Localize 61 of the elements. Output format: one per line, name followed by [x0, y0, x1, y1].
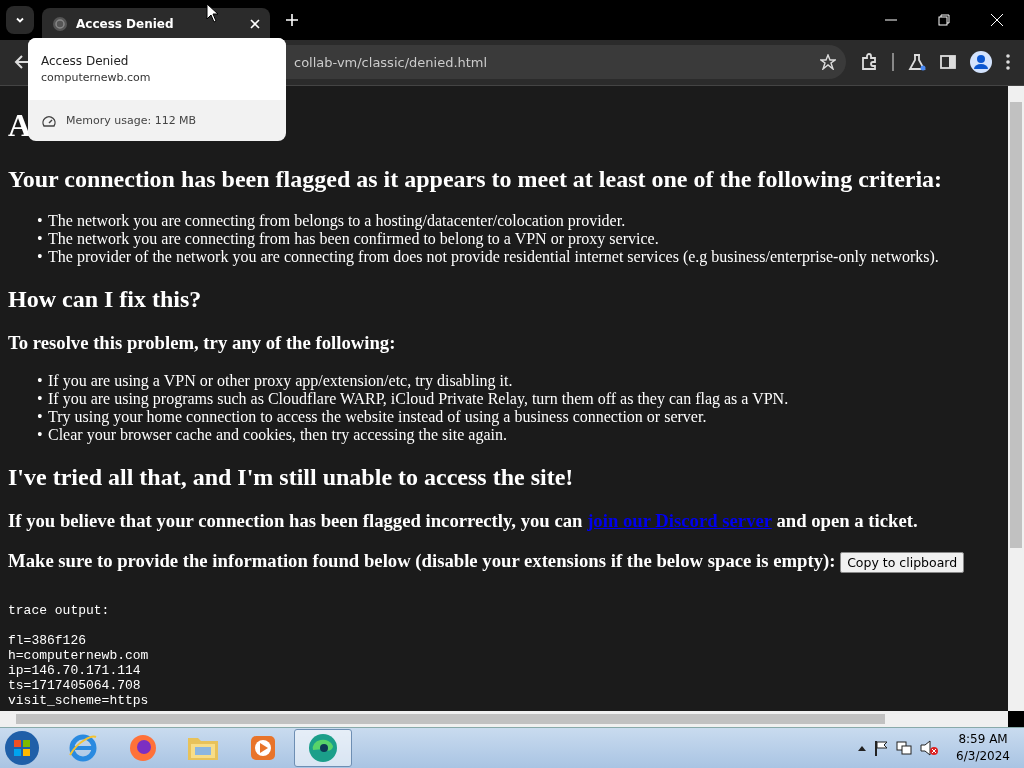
globe-icon — [52, 15, 68, 32]
cursor-icon — [206, 3, 218, 23]
back-icon[interactable] — [14, 54, 30, 71]
fox-globe-icon — [128, 733, 158, 764]
instruction-text: Make sure to provide the information found below (disable your extensions if the below space is empty): — [8, 549, 836, 571]
trace-title: trace output: — [8, 603, 110, 619]
list-bullet: • — [37, 389, 44, 408]
play-icon — [249, 734, 277, 763]
vertical-scrollbar[interactable] — [1008, 85, 1024, 712]
tab-search-button[interactable] — [6, 5, 34, 34]
section-heading: How can I fix this? — [8, 284, 203, 313]
copy-button[interactable]: Copy to clipboard — [840, 552, 965, 574]
url-text: collab-vm/classic/denied.html — [294, 54, 489, 70]
close-icon[interactable] — [250, 18, 260, 29]
trace-line: h=computernewb.com — [8, 648, 149, 664]
clock-date[interactable]: 6/3/2024 — [956, 748, 1010, 766]
list-bullet: • — [37, 247, 44, 266]
trace-line: ts=1717405064.708 — [8, 678, 141, 694]
profile-icon[interactable] — [970, 51, 992, 74]
globe-e-icon — [68, 733, 98, 764]
flask-icon[interactable] — [908, 53, 926, 72]
fix-item: Try using your home connection to access the website instead of using a business connection or server. — [48, 407, 707, 426]
horizontal-scrollbar[interactable] — [0, 711, 1008, 728]
network-icon[interactable] — [896, 740, 913, 757]
muted-speaker-icon[interactable] — [920, 740, 939, 757]
instruction-text: To resolve this problem, try any of the following: — [8, 331, 397, 354]
trace-line: visit_scheme=https — [8, 693, 149, 709]
clock-time[interactable]: 8:59 AM — [958, 731, 1008, 749]
caret-icon[interactable] — [858, 745, 867, 752]
tab-title: Access Denied — [76, 16, 175, 31]
browser-tab[interactable]: Access Denied — [42, 7, 270, 40]
list-bullet: • — [37, 425, 44, 444]
close-icon[interactable] — [991, 13, 1003, 26]
list-bullet: • — [37, 229, 44, 248]
criteria-item: The network you are connecting from has been confirmed to belong to a VPN or proxy service. — [48, 229, 659, 248]
memory-usage: Memory usage: 112 MB — [66, 114, 197, 127]
fix-item: If you are using programs such as Cloudflare WARP, iCloud Private Relay, turn them off as they can flag as a VPN. — [48, 389, 789, 408]
fix-item: If you are using a VPN or other proxy app/extension/etc, try disabling it. — [48, 371, 513, 390]
criteria-item: The provider of the network you are connecting from does not provide residential internet services (e.g business/enterprise-only networks). — [48, 247, 939, 266]
star-icon[interactable] — [820, 54, 836, 71]
section-heading: Your connection has been flagged as it appears to meet at least one of the following criteria: — [8, 164, 944, 193]
trace-line: ip=146.70.171.114 — [8, 663, 141, 679]
trace-line: fl=386f126 — [8, 633, 86, 649]
start-button[interactable] — [4, 730, 40, 767]
side-panel-icon[interactable] — [940, 54, 956, 71]
card-title: Access Denied — [41, 54, 130, 68]
puzzle-icon[interactable] — [860, 53, 878, 72]
flag-icon[interactable] — [874, 740, 889, 757]
ticket-text: If you believe that your connection has been flagged incorrectly, you can join our Discord server and open a ticket. — [8, 509, 919, 532]
fix-item: Clear your browser cache and cookies, then try accessing the site again. — [48, 425, 507, 444]
gauge-icon — [42, 114, 56, 127]
list-bullet: • — [37, 407, 44, 426]
list-bullet: • — [37, 371, 44, 390]
section-heading: I've tried all that, and I'm still unable to access the site! — [8, 462, 575, 491]
new-tab-icon[interactable] — [286, 13, 298, 26]
criteria-item: The network you are connecting from belongs to a hosting/datacenter/colocation provider. — [48, 211, 626, 230]
menu-icon[interactable] — [1006, 54, 1010, 71]
swirl-icon — [307, 732, 339, 765]
restore-icon[interactable] — [938, 13, 950, 26]
list-bullet: • — [37, 211, 44, 230]
taskbar-app[interactable] — [294, 729, 352, 768]
